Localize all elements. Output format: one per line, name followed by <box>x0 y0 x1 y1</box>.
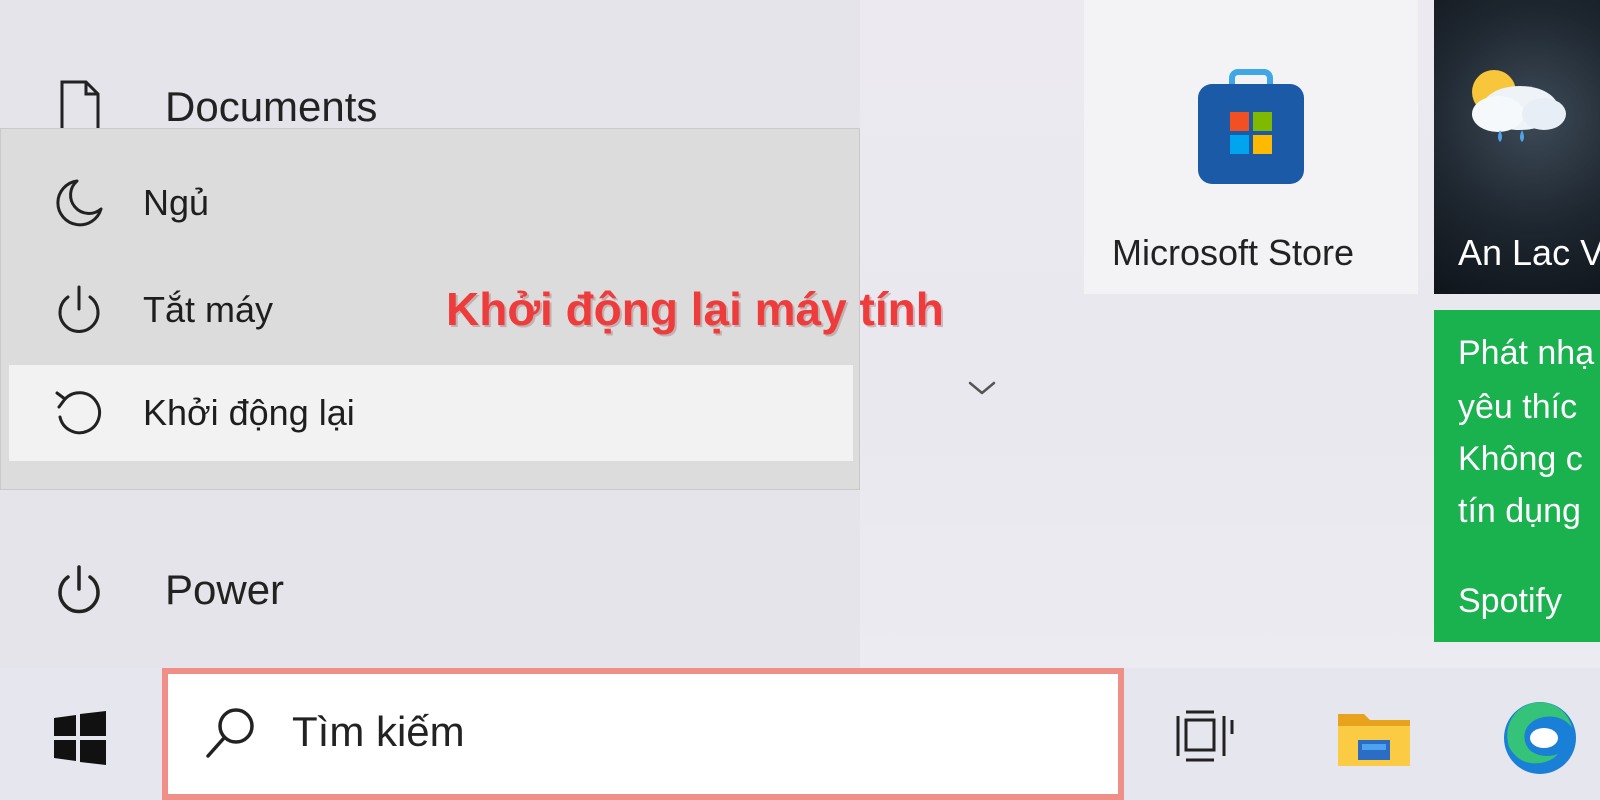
search-input[interactable]: Tìm kiếm <box>292 708 465 756</box>
microsoft-store-label: Microsoft Store <box>1112 232 1355 273</box>
file-explorer-icon[interactable] <box>1336 706 1412 770</box>
power-icon <box>58 285 100 333</box>
spotify-label: Spotify <box>1458 582 1562 620</box>
sleep-option[interactable]: Ngủ <box>9 155 853 251</box>
chevron-down-icon[interactable] <box>967 380 997 396</box>
spotify-tile[interactable]: Phát nhạ yêu thíc Không c tín dụng Spoti… <box>1434 310 1600 642</box>
power-icon <box>58 565 100 614</box>
microsoft-store-icon <box>1198 69 1304 184</box>
task-view-icon[interactable] <box>1176 710 1234 762</box>
windows-start-icon[interactable] <box>52 710 108 766</box>
spotify-promo-line: yêu thíc <box>1458 388 1578 426</box>
spotify-promo-line: Phát nhạ <box>1458 334 1595 372</box>
documents-label: Documents <box>165 83 378 130</box>
shutdown-label: Tắt máy <box>143 289 274 330</box>
moon-icon <box>56 179 103 227</box>
taskbar: Tìm kiếm <box>0 668 1600 800</box>
weather-cloud-rain-icon <box>1472 70 1566 142</box>
spotify-promo-line: Không c <box>1458 440 1583 478</box>
restart-annotation: Khởi động lại máy tính <box>446 283 944 335</box>
spotify-promo-line: tín dụng <box>1458 492 1581 530</box>
weather-location-label: An Lac V <box>1458 232 1600 273</box>
power-label: Power <box>165 566 285 613</box>
restart-option[interactable]: Khởi động lại <box>9 365 853 461</box>
restart-icon <box>55 391 102 435</box>
microsoft-store-tile[interactable]: Microsoft Store <box>1084 0 1418 294</box>
power-item[interactable]: Power <box>0 545 860 635</box>
search-icon <box>206 708 254 758</box>
edge-icon[interactable] <box>1500 698 1580 778</box>
weather-tile[interactable]: An Lac V <box>1434 0 1600 294</box>
restart-label: Khởi động lại <box>143 392 355 433</box>
sleep-label: Ngủ <box>143 182 210 223</box>
search-box[interactable]: Tìm kiếm <box>162 668 1124 800</box>
